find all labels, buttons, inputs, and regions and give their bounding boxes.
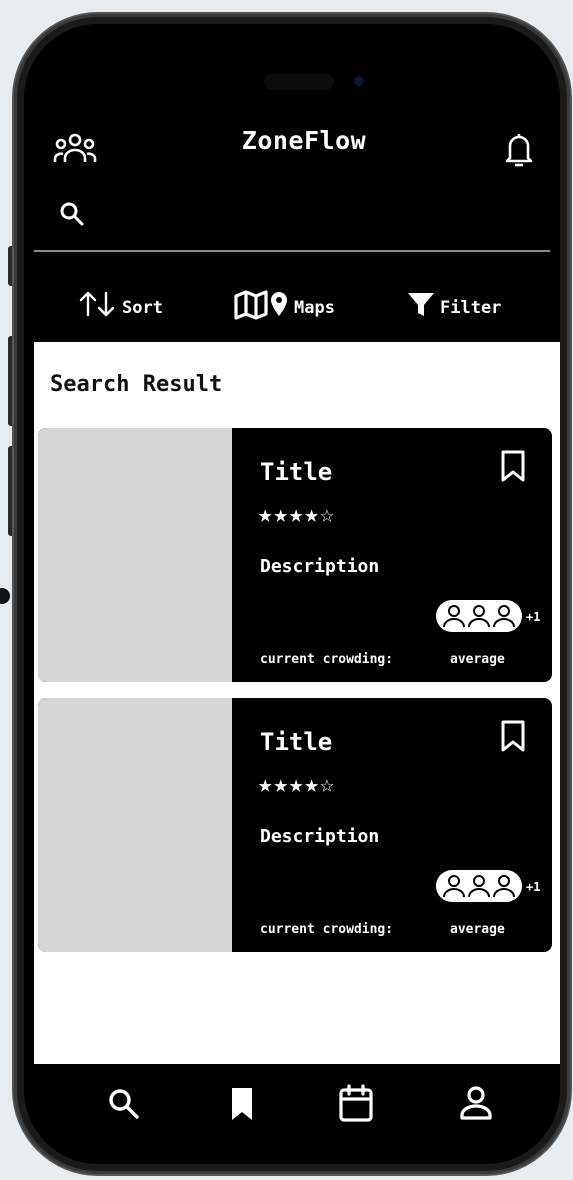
- camera-lens: [354, 76, 364, 86]
- bookmark-icon[interactable]: [500, 450, 526, 482]
- map-pin-icon: [234, 290, 287, 320]
- bottom-nav: [24, 1064, 560, 1150]
- maps-label: Maps: [294, 298, 335, 318]
- phone-frame: ZoneFlow Sort Maps Filter Search Result …: [14, 14, 570, 1174]
- bookmark-icon[interactable]: [222, 1082, 262, 1126]
- crowd-extra-count: +1: [526, 610, 541, 624]
- phone-screen: ZoneFlow Sort Maps Filter Search Result …: [24, 24, 560, 1164]
- app-title: ZoneFlow: [241, 126, 367, 155]
- filter-button[interactable]: Filter: [406, 279, 501, 329]
- calendar-icon[interactable]: [336, 1082, 376, 1126]
- maps-button[interactable]: Maps: [234, 279, 335, 329]
- crowd-people-icon: [436, 600, 522, 632]
- bell-icon[interactable]: [502, 130, 536, 170]
- card-description: Description: [260, 826, 380, 847]
- card-description: Description: [260, 556, 380, 577]
- card-title: Title: [260, 728, 333, 756]
- rating-stars: ★★★★☆: [258, 770, 336, 798]
- toolbar: Sort Maps Filter: [24, 279, 560, 329]
- crowding-label: current crowding:: [260, 652, 394, 667]
- sort-button[interactable]: Sort: [78, 279, 163, 329]
- profile-icon[interactable]: [456, 1082, 496, 1126]
- search-icon[interactable]: [58, 200, 86, 228]
- filter-label: Filter: [440, 298, 502, 318]
- sort-arrows-icon: [79, 291, 115, 317]
- header-divider: [34, 250, 550, 252]
- bookmark-icon[interactable]: [500, 720, 526, 752]
- result-card[interactable]: Title ★★★★☆ Description +1 current crowd…: [38, 698, 552, 952]
- sort-label: Sort: [122, 298, 163, 318]
- results-heading: Search Result: [50, 372, 223, 397]
- results-panel: Search Result Title ★★★★☆ Description +1…: [34, 342, 560, 1064]
- crowding-value: average: [450, 652, 505, 667]
- search-icon[interactable]: [104, 1082, 144, 1126]
- crowd-extra-count: +1: [526, 880, 541, 894]
- card-thumbnail: [38, 428, 232, 682]
- filter-funnel-icon: [408, 293, 434, 316]
- crowding-label: current crowding:: [260, 922, 394, 937]
- people-group-icon[interactable]: [53, 132, 97, 166]
- rating-stars: ★★★★☆: [258, 500, 336, 528]
- crowding-value: average: [450, 922, 505, 937]
- side-dot: [0, 588, 10, 604]
- crowd-people-icon: [436, 870, 522, 902]
- result-card[interactable]: Title ★★★★☆ Description +1 current crowd…: [38, 428, 552, 682]
- camera-notch: [264, 74, 334, 90]
- card-thumbnail: [38, 698, 232, 952]
- card-title: Title: [260, 458, 333, 486]
